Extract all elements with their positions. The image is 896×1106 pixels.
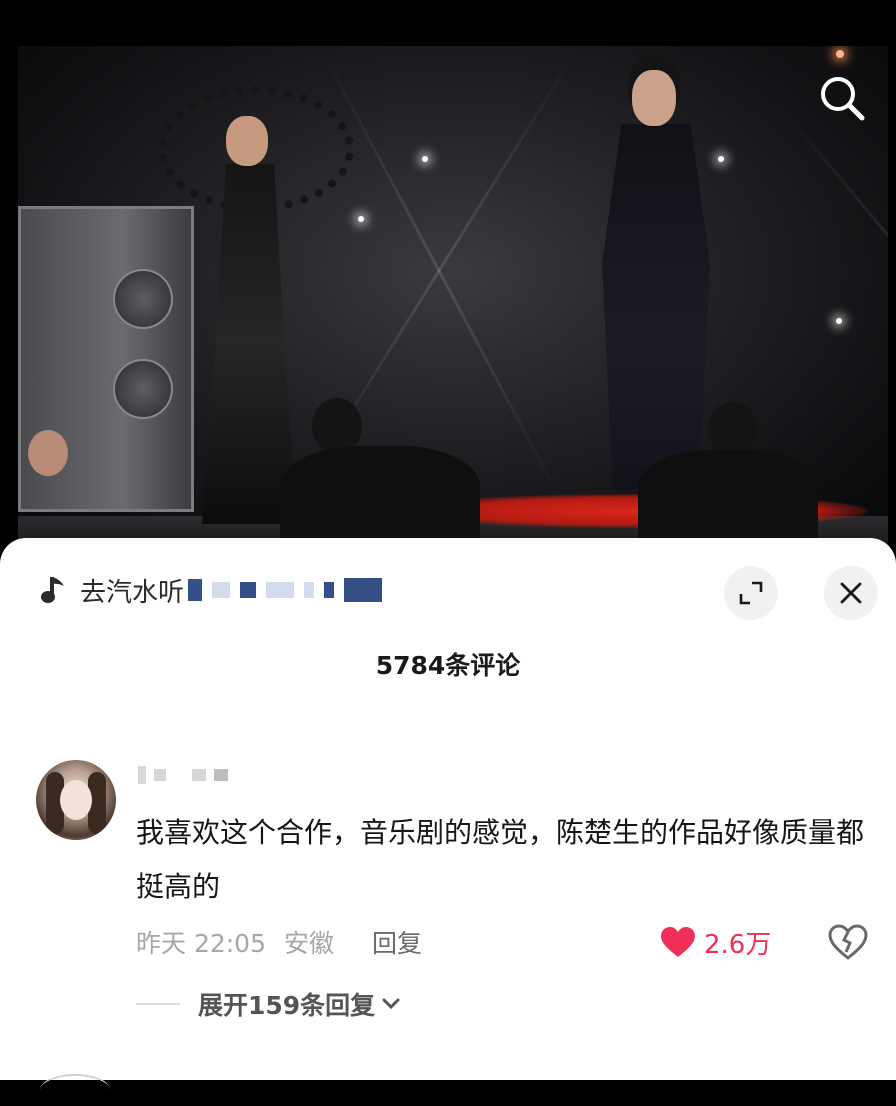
video-player[interactable]: [18, 46, 888, 546]
male-singer: [596, 70, 716, 490]
female-singer: [158, 86, 354, 526]
avatar[interactable]: [36, 760, 116, 840]
dancer: [638, 450, 818, 546]
like-count: 2.6万: [704, 929, 772, 960]
dancer-head: [708, 402, 758, 456]
stage-light: [422, 156, 428, 162]
username-mosaic[interactable]: [138, 766, 228, 784]
singer-head: [226, 116, 268, 166]
comment-time: 昨天 22:05: [136, 929, 266, 958]
music-link-label: 去汽水听: [80, 577, 185, 608]
speaker-cone: [113, 269, 173, 329]
comment-meta: 昨天 22:05 安徽 回复: [136, 922, 440, 962]
expand-button[interactable]: [724, 566, 778, 620]
reply-button[interactable]: 回复: [372, 924, 422, 960]
music-link[interactable]: 去汽水听: [40, 570, 383, 610]
music-note-icon: [41, 577, 64, 603]
stage-light: [358, 216, 364, 222]
chevron-down-icon: [382, 998, 400, 1010]
close-icon: [840, 582, 862, 604]
dark-suit: [602, 124, 710, 490]
comment-text[interactable]: 我喜欢这个合作，音乐剧的感觉，陈楚生的作品好像质量都挺高的: [136, 806, 876, 914]
divider: [136, 1003, 180, 1005]
next-comment-avatar: [40, 1074, 110, 1106]
comment-count: 5784条评论: [375, 651, 521, 680]
like-button[interactable]: 2.6万: [660, 922, 771, 962]
stage-light: [836, 50, 844, 58]
close-button[interactable]: [824, 566, 878, 620]
heart-icon: [661, 927, 695, 957]
stage-light: [836, 318, 842, 324]
stage-light: [718, 156, 724, 162]
lace-dress: [202, 164, 298, 524]
comment-sheet: 去汽水听 5784条评论 我喜欢这个合作，音乐剧的感觉，陈楚生的作品好像质量都挺…: [0, 538, 896, 1080]
singer-head: [632, 70, 676, 126]
expand-replies-label: 展开159条回复: [198, 991, 376, 1020]
expand-icon: [739, 581, 763, 605]
dancer: [280, 446, 480, 546]
speaker-cone: [113, 359, 173, 419]
broken-heart-icon[interactable]: [828, 924, 868, 960]
comment-location: 安徽: [284, 929, 335, 958]
dancer-head: [28, 430, 68, 476]
mosaic-mask: [188, 578, 383, 602]
search-icon[interactable]: [816, 72, 868, 124]
stage-beam: [778, 105, 888, 506]
expand-replies[interactable]: 展开159条回复: [136, 984, 401, 1024]
